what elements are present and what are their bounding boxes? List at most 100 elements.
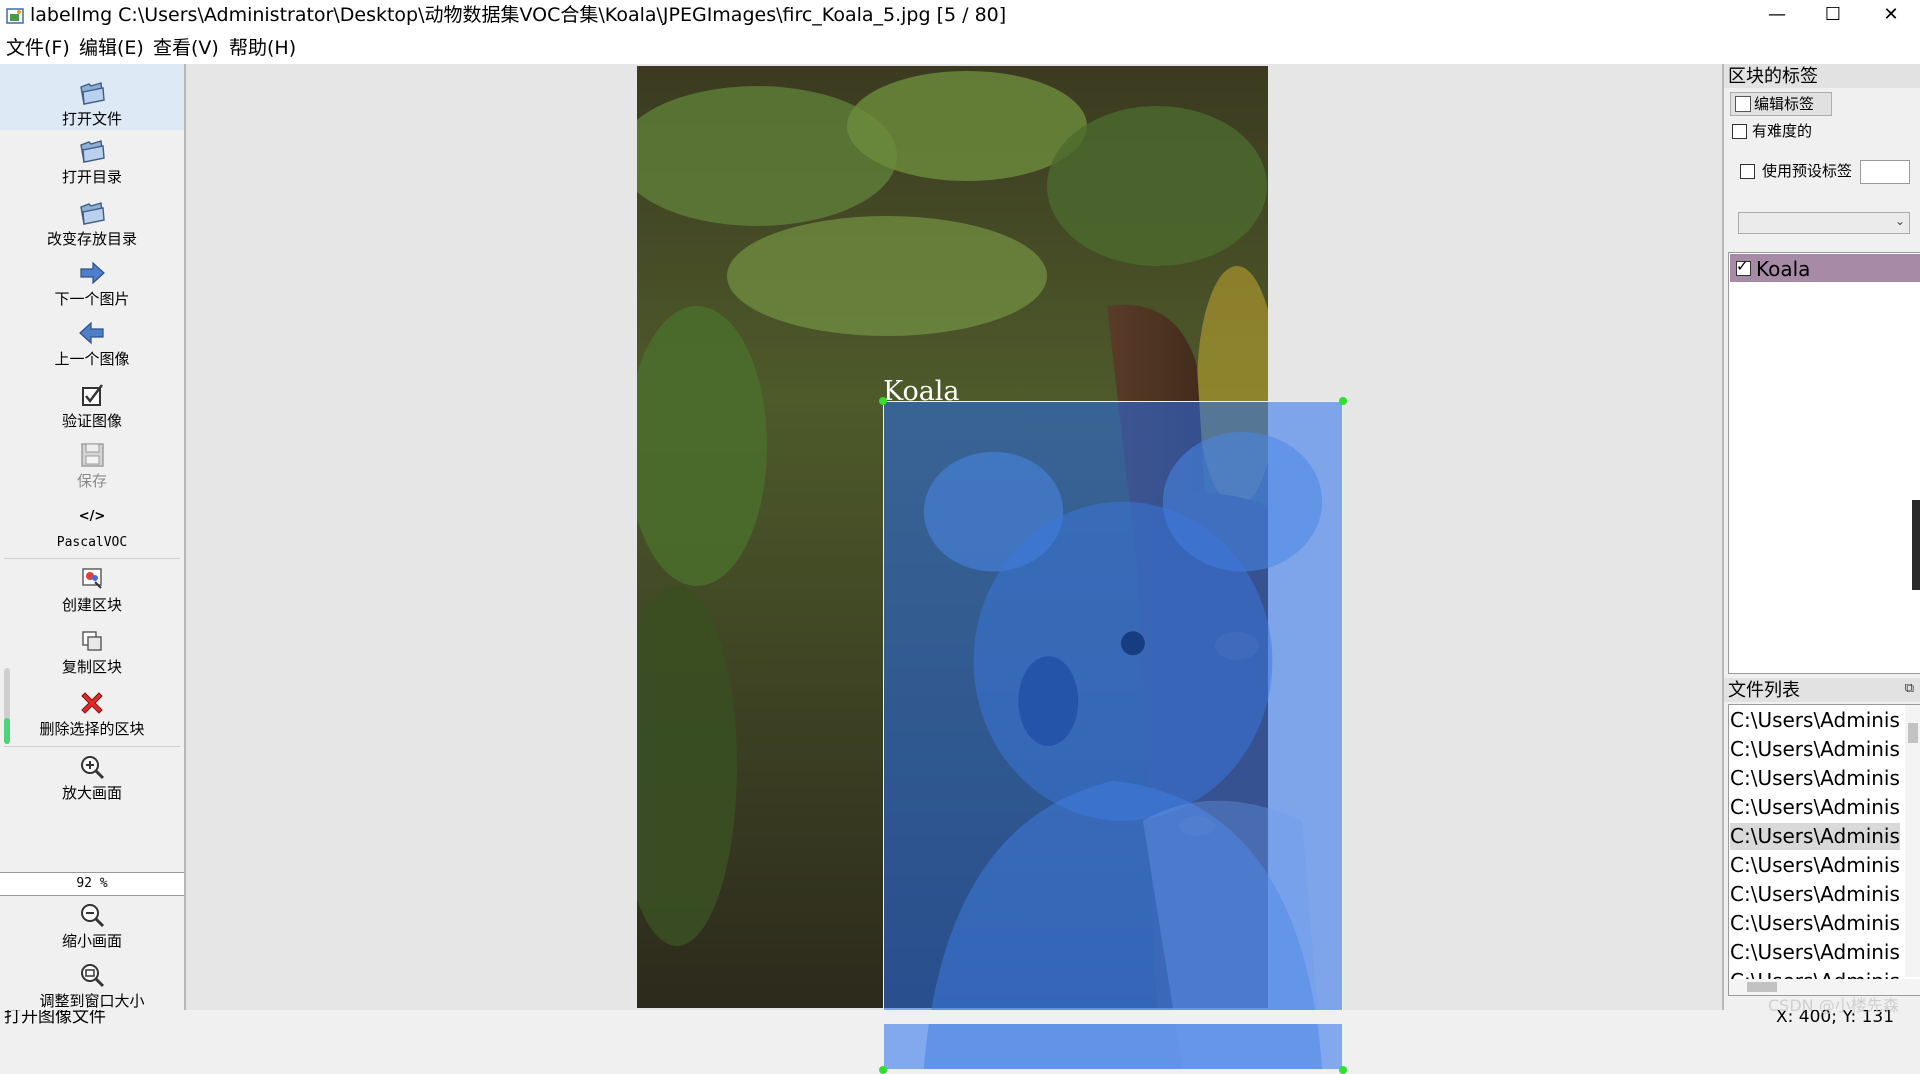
- duplicate-box-button[interactable]: 复制区块: [0, 626, 184, 676]
- minimize-button[interactable]: —: [1748, 0, 1806, 32]
- prev-image-button[interactable]: 上一个图像: [0, 318, 184, 368]
- koala-silhouette: [923, 431, 1323, 1069]
- file-list-vertical-scrollbar[interactable]: [1905, 705, 1920, 977]
- bbox-handle-top-right[interactable]: [1339, 397, 1347, 405]
- folder-save-icon: [80, 202, 105, 225]
- toolbar-scroll-indicator[interactable]: [4, 668, 10, 744]
- open-dir-label: 打开目录: [61, 168, 122, 186]
- status-bar: 打开图像文件 X: 400; Y: 131: [0, 1010, 1920, 1024]
- change-save-dir-label: 改变存放目录: [46, 230, 137, 248]
- bbox-handle-bottom-right[interactable]: [1339, 1066, 1347, 1074]
- create-box-button[interactable]: 创建区块: [0, 564, 184, 614]
- edit-label-text: 编辑标签: [1754, 95, 1815, 113]
- float-dock-icon[interactable]: ⧉: [1905, 681, 1914, 696]
- label-list-item-text: Koala: [1756, 257, 1811, 281]
- arrow-left-icon: [79, 321, 104, 345]
- prev-image-label: 上一个图像: [54, 350, 130, 368]
- create-box-icon: [82, 568, 102, 589]
- close-button[interactable]: ✕: [1862, 0, 1920, 32]
- save-label: 保存: [76, 472, 107, 490]
- file-list-item[interactable]: C:\Users\Administ: [1730, 707, 1900, 734]
- format-label: PascalVOC: [56, 535, 128, 550]
- bbox-handle-top-left[interactable]: [879, 397, 887, 405]
- code-format-icon: </>: [78, 509, 106, 524]
- file-list-item[interactable]: C:\Users\Administ: [1730, 910, 1900, 937]
- copy-box-icon: [82, 631, 102, 651]
- maximize-button[interactable]: ☐: [1804, 0, 1862, 32]
- toolbar-scroll-indicator-fill: [4, 718, 10, 744]
- watermark: CSDN @小楼先森: [1768, 996, 1899, 1015]
- zoom-out-button[interactable]: 缩小画面: [0, 900, 184, 950]
- status-message: 打开图像文件: [4, 1010, 106, 1024]
- fit-window-icon: [81, 964, 105, 988]
- zoom-in-icon: [81, 756, 105, 780]
- delete-box-button[interactable]: 删除选择的区块: [0, 688, 184, 738]
- toolbar-separator: [4, 746, 180, 747]
- difficult-checkbox[interactable]: [1732, 124, 1747, 139]
- next-image-button[interactable]: 下一个图片: [0, 258, 184, 308]
- verify-image-label: 验证图像: [61, 412, 122, 430]
- bbox-handle-bottom-left[interactable]: [879, 1066, 887, 1074]
- label-filter-dropdown[interactable]: ⌄: [1738, 212, 1910, 234]
- checkmark-icon: ✓: [1736, 257, 1749, 275]
- toolbar-separator: [4, 558, 180, 559]
- file-list[interactable]: C:\Users\Administ C:\Users\Administ C:\U…: [1728, 704, 1920, 996]
- folder-open-icon: [80, 82, 105, 105]
- change-save-dir-button[interactable]: 改变存放目录: [0, 198, 184, 248]
- menu-bar: 文件(F) 编辑(E) 查看(V) 帮助(H): [0, 32, 1920, 64]
- edge-widget: [1912, 500, 1920, 590]
- toolbar-more-chevron-icon[interactable]: ⌄: [84, 992, 94, 1006]
- left-toolbar: 打开文件 打开目录 改变存放目录 下一个图片 上一个图像 验证图像 保存 </>…: [0, 64, 186, 1010]
- menu-view[interactable]: 查看(V): [153, 37, 219, 59]
- menu-help[interactable]: 帮助(H): [229, 37, 296, 59]
- delete-box-label: 删除选择的区块: [39, 720, 145, 738]
- file-list-item[interactable]: C:\Users\Administ: [1730, 939, 1900, 966]
- right-dock: 区块的标签 编辑标签 有难度的 使用预设标签 ⌄ ✓ Koala ⧉ 文件列表 …: [1722, 64, 1920, 1010]
- file-list-item[interactable]: C:\Users\Administ: [1730, 765, 1900, 792]
- image-canvas[interactable]: Koala: [186, 64, 1722, 1074]
- file-list-item[interactable]: C:\Users\Administ: [1730, 794, 1900, 821]
- box-label-list[interactable]: ✓ Koala: [1728, 252, 1920, 674]
- verify-image-button[interactable]: 验证图像: [0, 380, 184, 430]
- labelimg-app-icon: [6, 8, 24, 24]
- file-list-item-selected[interactable]: C:\Users\Administ: [1730, 823, 1900, 850]
- edit-label-button[interactable]: 编辑标签: [1730, 92, 1832, 116]
- delete-x-icon: [81, 692, 103, 714]
- zoom-value-field[interactable]: 92 %: [0, 872, 184, 896]
- bounding-box[interactable]: [879, 397, 1347, 1074]
- checkbox-verify-icon: [82, 384, 103, 406]
- save-disk-icon: [81, 443, 104, 467]
- title-bar: labelImg C:\Users\Administrator\Desktop\…: [0, 0, 1920, 32]
- menu-file[interactable]: 文件(F): [6, 37, 70, 59]
- zoom-in-button[interactable]: 放大画面: [0, 752, 184, 802]
- duplicate-box-label: 复制区块: [61, 658, 122, 676]
- window-title: labelImg C:\Users\Administrator\Desktop\…: [30, 4, 1007, 26]
- edit-pencil-icon: [1735, 95, 1751, 112]
- save-button[interactable]: 保存: [0, 440, 184, 490]
- use-default-label-text: 使用预设标签: [1762, 162, 1853, 180]
- zoom-in-label: 放大画面: [61, 784, 122, 802]
- use-default-label-checkbox[interactable]: [1740, 164, 1755, 179]
- open-file-label: 打开文件: [61, 110, 122, 128]
- file-list-item[interactable]: C:\Users\Administ: [1730, 881, 1900, 908]
- scroll-thumb[interactable]: [1908, 723, 1918, 743]
- file-list-item[interactable]: C:\Users\Administ: [1730, 852, 1900, 879]
- difficult-label: 有难度的: [1752, 122, 1813, 140]
- create-box-label: 创建区块: [61, 596, 122, 614]
- open-file-button[interactable]: 打开文件: [0, 64, 184, 130]
- box-labels-title: 区块的标签: [1728, 66, 1818, 87]
- format-pascalvoc-button[interactable]: </> PascalVOC: [0, 502, 184, 552]
- folder-icon: [80, 140, 105, 163]
- default-label-input[interactable]: [1860, 160, 1910, 184]
- open-dir-button[interactable]: 打开目录: [0, 136, 184, 186]
- file-list-item[interactable]: C:\Users\Administ: [1730, 736, 1900, 763]
- file-list-title: 文件列表: [1728, 680, 1800, 701]
- next-image-label: 下一个图片: [54, 290, 130, 308]
- label-list-item[interactable]: ✓ Koala: [1730, 254, 1920, 282]
- scroll-thumb[interactable]: [1747, 982, 1777, 992]
- chevron-down-icon: ⌄: [1894, 214, 1905, 228]
- arrow-right-icon: [80, 261, 105, 285]
- zoom-out-label: 缩小画面: [61, 932, 122, 950]
- menu-edit[interactable]: 编辑(E): [79, 37, 144, 59]
- zoom-out-icon: [81, 904, 105, 928]
